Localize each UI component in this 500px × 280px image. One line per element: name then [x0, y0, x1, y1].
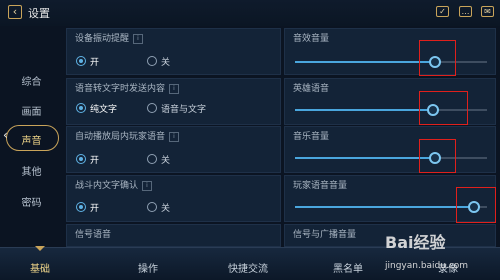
option-label: 关: [161, 156, 171, 166]
radio-autoplay-on[interactable]: [76, 154, 86, 164]
tab-blacklist[interactable]: 黑名单: [333, 260, 363, 275]
info-icon[interactable]: i: [142, 180, 153, 191]
settings-sidebar: 综合 画面 ‹ 声音 其他 密码: [0, 26, 63, 247]
setting-label: 英雄语音: [293, 84, 330, 94]
setting-music-volume: 音乐音量: [284, 126, 496, 173]
setting-voice-to-text: 语音转文字时发送内容 i 纯文字 语音与文字: [66, 78, 281, 125]
option-label: 开: [90, 58, 100, 68]
sidebar-item-password[interactable]: 密码: [0, 194, 63, 209]
option-label: 语音与文字: [161, 105, 207, 115]
tab-quick-chat[interactable]: 快捷交流: [228, 260, 268, 275]
setting-label: 自动播放局内玩家语音: [75, 132, 166, 142]
option-label: 开: [90, 204, 100, 214]
info-icon[interactable]: i: [133, 33, 144, 44]
sidebar-item-other[interactable]: 其他: [0, 163, 63, 178]
setting-label: 战斗内文字确认: [75, 181, 139, 191]
sidebar-item-sound[interactable]: 声音: [0, 132, 63, 147]
setting-signal-voice: 信号语音: [66, 224, 281, 247]
setting-vibration: 设备振动提醒 i 开 关: [66, 28, 281, 75]
volume-slider[interactable]: [295, 157, 487, 159]
top-bar: ‹ 设置 ✓ … ✉: [0, 0, 500, 26]
radio-voice-and-text[interactable]: [147, 103, 157, 113]
slider-fill: [295, 157, 436, 159]
page-title: 设置: [28, 7, 50, 20]
radio-confirm-off[interactable]: [147, 202, 157, 212]
tab-basic[interactable]: 基础: [30, 260, 50, 275]
radio-autoplay-off[interactable]: [147, 154, 157, 164]
setting-label: 音乐音量: [293, 132, 330, 142]
option-label: 关: [161, 58, 171, 68]
setting-autoplay-voice: 自动播放局内玩家语音 i 开 关: [66, 126, 281, 173]
highlight-box: [419, 91, 468, 125]
setting-label: 信号与广播音量: [293, 230, 357, 240]
slider-fill: [295, 109, 434, 111]
radio-vibration-on[interactable]: [76, 56, 86, 66]
highlight-box: [419, 40, 456, 76]
radio-text-only[interactable]: [76, 103, 86, 113]
setting-sfx-volume: 音效音量: [284, 28, 496, 75]
mail-icon[interactable]: ✉: [481, 6, 494, 17]
checklist-icon[interactable]: ✓: [436, 6, 449, 17]
option-label: 关: [161, 204, 171, 214]
tab-indicator-icon: [35, 246, 45, 251]
info-icon[interactable]: i: [169, 131, 180, 142]
info-icon[interactable]: i: [169, 83, 180, 94]
highlight-box: [419, 139, 456, 173]
setting-label: 语音转文字时发送内容: [75, 84, 166, 94]
setting-label: 玩家语音音量: [293, 181, 348, 191]
setting-battle-text-confirm: 战斗内文字确认 i 开 关: [66, 175, 281, 222]
slider-fill: [295, 61, 436, 63]
setting-label: 设备振动提醒: [75, 34, 130, 44]
sidebar-item-display[interactable]: 画面: [0, 103, 63, 118]
radio-vibration-off[interactable]: [147, 56, 157, 66]
setting-label: 音效音量: [293, 34, 330, 44]
chat-icon[interactable]: …: [459, 6, 472, 17]
tab-controls[interactable]: 操作: [138, 260, 158, 275]
volume-slider[interactable]: [295, 61, 487, 63]
watermark: Bai经验 jingyan.baidu.com: [385, 233, 469, 271]
option-label: 纯文字: [90, 105, 118, 115]
option-label: 开: [90, 156, 100, 166]
highlight-box: [456, 187, 496, 223]
setting-label: 信号语音: [75, 230, 112, 240]
radio-confirm-on[interactable]: [76, 202, 86, 212]
sidebar-item-general[interactable]: 综合: [0, 73, 63, 88]
slider-fill: [295, 206, 474, 208]
back-icon[interactable]: ‹: [8, 5, 22, 19]
